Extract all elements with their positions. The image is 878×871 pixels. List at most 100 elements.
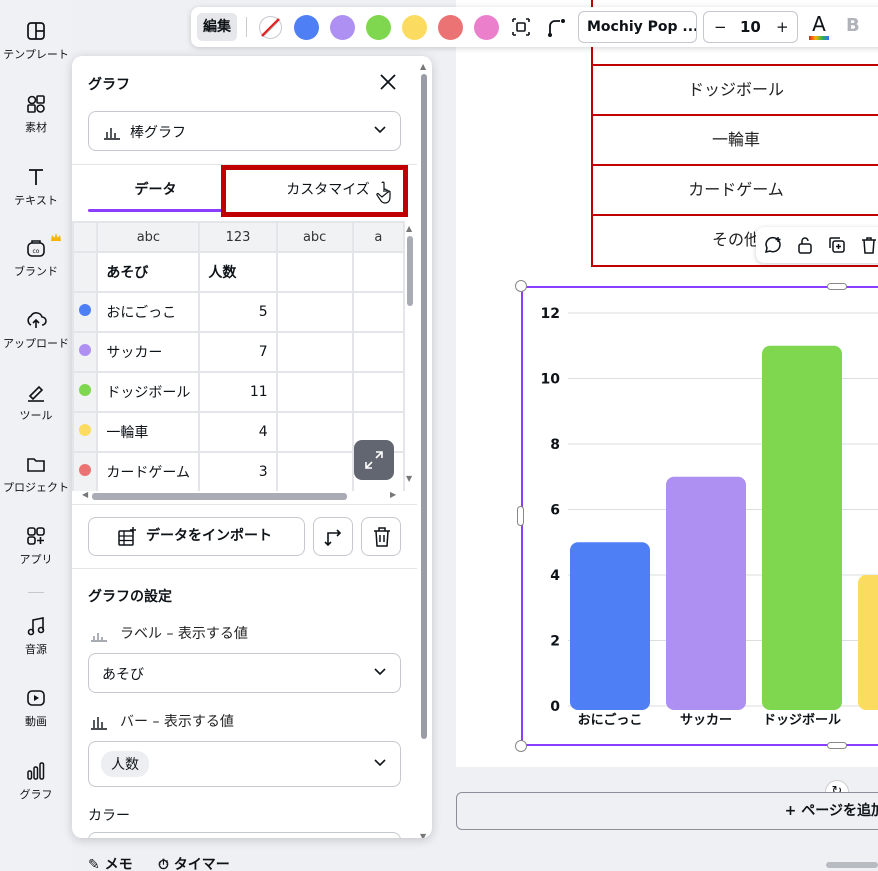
toolbar-divider — [246, 17, 247, 37]
edit-button[interactable]: 編集 — [197, 13, 237, 41]
close-icon[interactable] — [378, 72, 398, 92]
panel-scrollbar[interactable]: ▲ ▼ — [420, 62, 428, 838]
import-data-button[interactable]: データをインポート — [88, 517, 305, 556]
series-color — [79, 304, 92, 316]
scroll-down-icon[interactable]: ▼ — [406, 474, 412, 483]
scroll-left-icon[interactable]: ◀ — [82, 490, 88, 499]
rail-templates[interactable]: テンプレート — [0, 20, 72, 62]
color-swatch[interactable] — [474, 15, 499, 40]
grid-cell[interactable]: ドッジボール — [96, 371, 201, 413]
duplicate-icon[interactable] — [826, 234, 848, 256]
grid-cell[interactable]: 7 — [198, 331, 278, 373]
grid-cell[interactable]: 5 — [198, 291, 278, 333]
column-type[interactable]: abc — [96, 221, 201, 253]
grid-cell[interactable]: 一輪車 — [96, 411, 201, 453]
spacing-icon[interactable] — [510, 16, 532, 38]
row-color-dot[interactable] — [72, 411, 99, 453]
color-swatch[interactable] — [366, 15, 391, 40]
rail-text[interactable]: テキスト — [0, 166, 72, 208]
x-tick-label: サッカー — [680, 713, 732, 728]
chart-bar[interactable] — [858, 575, 878, 710]
grid-cell[interactable]: おにごっこ — [96, 291, 201, 333]
grid-cell[interactable] — [275, 291, 354, 333]
scroll-up-icon[interactable]: ▲ — [420, 62, 426, 71]
rail-tools[interactable]: ツール — [0, 381, 72, 423]
grid-cell[interactable]: サッカー — [96, 331, 201, 373]
lock-icon[interactable] — [794, 234, 816, 256]
grid-horizontal-scrollbar[interactable]: ◀ ▶ — [82, 490, 402, 501]
grid-cell[interactable] — [351, 251, 405, 293]
text-color-button[interactable]: A — [808, 11, 830, 43]
bold-button[interactable]: B — [846, 15, 860, 36]
grid-cell[interactable] — [275, 451, 354, 491]
scroll-thumb[interactable] — [421, 74, 427, 739]
grid-cell[interactable] — [351, 331, 405, 373]
row-color-dot[interactable] — [72, 451, 99, 491]
bar-chart[interactable]: 024681012おにごっこサッカードッジボール一輪車 — [523, 288, 878, 743]
grid-cell[interactable]: 人数 — [198, 251, 278, 293]
column-type[interactable]: a — [351, 221, 405, 253]
bar-select[interactable]: 人数 — [88, 741, 401, 787]
grid-cell[interactable]: 3 — [198, 451, 278, 491]
scroll-up-icon[interactable]: ▲ — [406, 224, 412, 233]
rail-brand[interactable]: co ブランド — [0, 233, 72, 279]
row-color-dot[interactable] — [72, 371, 99, 413]
swap-axes-button[interactable] — [313, 517, 353, 556]
font-size-value[interactable]: 10 — [740, 12, 761, 42]
expand-grid-button[interactable] — [354, 440, 394, 480]
rail-video[interactable]: 動画 — [0, 687, 72, 729]
bar-value-chip[interactable]: 人数 — [101, 751, 149, 777]
rail-upload[interactable]: アップロード — [0, 309, 72, 351]
delete-data-button[interactable] — [361, 517, 401, 556]
grid-cell[interactable] — [275, 331, 354, 373]
grid-cell[interactable] — [275, 411, 354, 453]
rail-music[interactable]: 音源 — [0, 615, 72, 657]
rail-elements[interactable]: 素材 — [0, 93, 72, 135]
font-size-stepper[interactable]: − 10 + — [703, 11, 798, 43]
trash-icon[interactable] — [858, 234, 878, 256]
rail-apps[interactable]: アプリ — [0, 525, 72, 567]
comment-icon[interactable] — [762, 234, 784, 256]
chart-bar[interactable] — [762, 345, 842, 710]
rail-projects[interactable]: プロジェクト — [0, 453, 72, 495]
grid-cell[interactable] — [351, 371, 405, 413]
chart-bar[interactable] — [570, 542, 650, 710]
rail-charts[interactable]: グラフ — [0, 760, 72, 802]
grid-cell[interactable]: カードゲーム — [96, 451, 201, 491]
row-color-dot[interactable] — [72, 331, 99, 373]
rail-label: テンプレート — [3, 48, 69, 61]
grid-cell[interactable]: 4 — [198, 411, 278, 453]
scroll-thumb[interactable] — [92, 493, 347, 500]
column-type[interactable]: abc — [275, 221, 354, 253]
memo-button[interactable]: ✎ メモ — [88, 854, 133, 871]
timer-button[interactable]: ⏱ タイマー — [158, 854, 230, 871]
scroll-down-icon[interactable]: ▼ — [420, 832, 426, 838]
chart-bar[interactable] — [666, 476, 746, 710]
chart-type-select[interactable]: 棒グラフ — [88, 111, 401, 151]
grid-cell[interactable]: 11 — [198, 371, 278, 413]
no-color-icon[interactable] — [258, 15, 283, 40]
row-color-dot[interactable] — [72, 291, 99, 333]
color-swatch[interactable] — [330, 15, 355, 40]
grid-cell[interactable] — [275, 371, 354, 413]
tab-data[interactable]: データ — [88, 174, 223, 212]
column-type[interactable]: 123 — [198, 221, 278, 253]
color-swatch[interactable] — [438, 15, 463, 40]
font-size-decrease[interactable]: − — [714, 12, 727, 42]
font-size-increase[interactable]: + — [776, 12, 789, 42]
scroll-right-icon[interactable]: ▶ — [390, 490, 396, 499]
color-swatch[interactable] — [402, 15, 427, 40]
grid-cell[interactable] — [275, 251, 354, 293]
label-select[interactable]: あそび — [88, 653, 401, 693]
horizontal-scrollbar[interactable] — [826, 862, 878, 868]
add-page-button[interactable]: + ページを追加 — [456, 792, 878, 830]
color-swatch[interactable] — [294, 15, 319, 40]
grid-cell[interactable]: あそび — [96, 251, 201, 293]
grid-vertical-scrollbar[interactable]: ▲ ▼ — [405, 224, 415, 483]
font-select[interactable]: Mochiy Pop ... — [578, 11, 697, 43]
grid-cell[interactable] — [351, 291, 405, 333]
line-style-icon[interactable] — [546, 16, 568, 38]
resize-handle[interactable] — [827, 742, 847, 749]
color-select[interactable] — [88, 832, 401, 838]
scroll-thumb[interactable] — [407, 236, 413, 306]
